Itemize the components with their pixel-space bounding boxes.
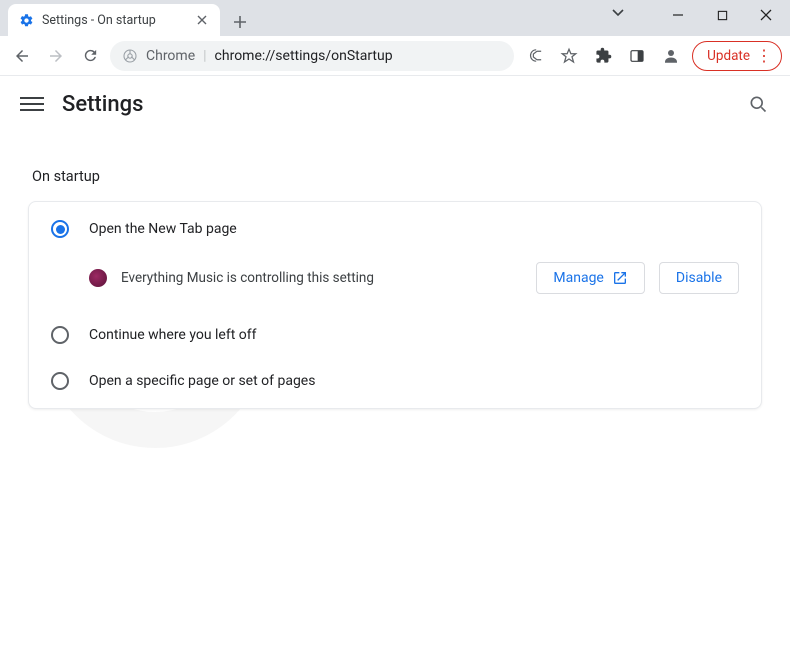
- share-icon[interactable]: [520, 41, 550, 71]
- menu-icon[interactable]: [20, 92, 44, 116]
- toolbar-actions: [520, 41, 686, 71]
- profile-icon[interactable]: [656, 41, 686, 71]
- open-in-new-icon: [612, 270, 628, 286]
- address-bar[interactable]: Chrome | chrome://settings/onStartup: [110, 41, 514, 71]
- manage-label: Manage: [553, 270, 603, 286]
- url-separator: |: [203, 48, 206, 64]
- option-label: Open a specific page or set of pages: [89, 373, 315, 389]
- settings-appbar: Settings: [0, 76, 790, 132]
- update-label: Update: [707, 48, 750, 64]
- gear-icon: [18, 12, 34, 28]
- radio-unselected-icon: [51, 326, 69, 344]
- search-button[interactable]: [746, 92, 770, 116]
- url-text: chrome://settings/onStartup: [215, 48, 393, 64]
- menu-dots-icon: ⋮: [756, 48, 771, 64]
- extension-control-row: Everything Music is controlling this set…: [29, 252, 761, 312]
- extensions-icon[interactable]: [588, 41, 618, 71]
- chrome-icon: [122, 48, 138, 64]
- radio-selected-icon: [51, 220, 69, 238]
- controlled-by-text: Everything Music is controlling this set…: [121, 270, 522, 286]
- close-window-button[interactable]: [746, 1, 786, 29]
- option-label: Continue where you left off: [89, 327, 257, 343]
- section-heading: On startup: [32, 168, 762, 185]
- maximize-button[interactable]: [702, 1, 742, 29]
- new-tab-button[interactable]: [226, 8, 254, 36]
- startup-options-card: Open the New Tab page Everything Music i…: [28, 201, 762, 409]
- disable-label: Disable: [676, 270, 722, 286]
- forward-button[interactable]: [42, 42, 70, 70]
- window-controls: [658, 0, 786, 30]
- option-specific[interactable]: Open a specific page or set of pages: [29, 358, 761, 404]
- radio-unselected-icon: [51, 372, 69, 390]
- minimize-button[interactable]: [658, 1, 698, 29]
- close-icon[interactable]: [194, 12, 210, 28]
- tab-title: Settings - On startup: [42, 13, 156, 28]
- extension-icon: [89, 269, 107, 287]
- manage-button[interactable]: Manage: [536, 262, 644, 294]
- back-button[interactable]: [8, 42, 36, 70]
- browser-tab-active[interactable]: Settings - On startup: [8, 4, 220, 36]
- sidepanel-icon[interactable]: [622, 41, 652, 71]
- option-label: Open the New Tab page: [89, 221, 237, 237]
- bookmark-icon[interactable]: [554, 41, 584, 71]
- url-scheme: Chrome: [146, 48, 195, 64]
- tab-search-button[interactable]: [611, 4, 625, 23]
- option-new-tab[interactable]: Open the New Tab page: [29, 206, 761, 252]
- disable-button[interactable]: Disable: [659, 262, 739, 294]
- browser-tabstrip: Settings - On startup: [0, 0, 790, 36]
- browser-toolbar: Chrome | chrome://settings/onStartup Upd…: [0, 36, 790, 76]
- option-continue[interactable]: Continue where you left off: [29, 312, 761, 358]
- page-title: Settings: [62, 92, 143, 117]
- reload-button[interactable]: [76, 42, 104, 70]
- settings-content: On startup Open the New Tab page Everyth…: [0, 132, 790, 421]
- update-button[interactable]: Update ⋮: [692, 41, 782, 71]
